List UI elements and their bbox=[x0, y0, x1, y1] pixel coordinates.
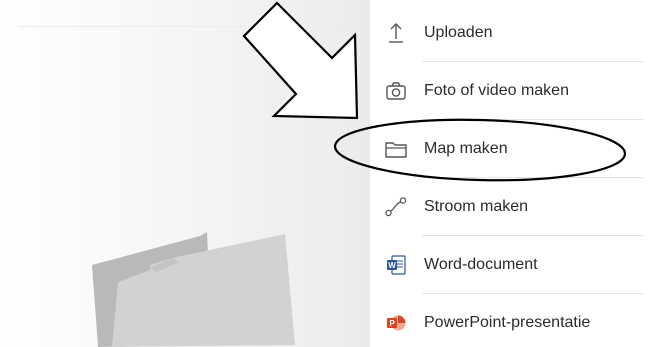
header-divider bbox=[18, 26, 370, 27]
folder-icon bbox=[384, 137, 408, 161]
word-icon: W bbox=[384, 253, 408, 277]
menu-item-label: Word-document bbox=[424, 256, 538, 273]
menu-item-label: Foto of video maken bbox=[424, 82, 569, 99]
flow-icon bbox=[384, 195, 408, 219]
menu-item-map-maken[interactable]: Map maken bbox=[370, 120, 649, 178]
camera-icon bbox=[384, 79, 408, 103]
svg-text:W: W bbox=[388, 261, 396, 270]
new-item-menu: Uploaden Foto of video maken Map maken S… bbox=[370, 0, 649, 347]
svg-text:P: P bbox=[389, 319, 395, 328]
menu-item-powerpoint-presentatie[interactable]: P PowerPoint-presentatie bbox=[370, 294, 649, 347]
menu-item-label: PowerPoint-presentatie bbox=[424, 314, 591, 331]
menu-item-label: Map maken bbox=[424, 140, 508, 157]
menu-item-word-document[interactable]: W Word-document bbox=[370, 236, 649, 294]
powerpoint-icon: P bbox=[384, 311, 408, 335]
menu-item-uploaden[interactable]: Uploaden bbox=[370, 4, 649, 62]
menu-item-stroom-maken[interactable]: Stroom maken bbox=[370, 178, 649, 236]
menu-item-label: Stroom maken bbox=[424, 198, 529, 215]
menu-item-foto-of-video-maken[interactable]: Foto of video maken bbox=[370, 62, 649, 120]
menu-item-label: Uploaden bbox=[424, 24, 493, 41]
upload-icon bbox=[384, 21, 408, 45]
